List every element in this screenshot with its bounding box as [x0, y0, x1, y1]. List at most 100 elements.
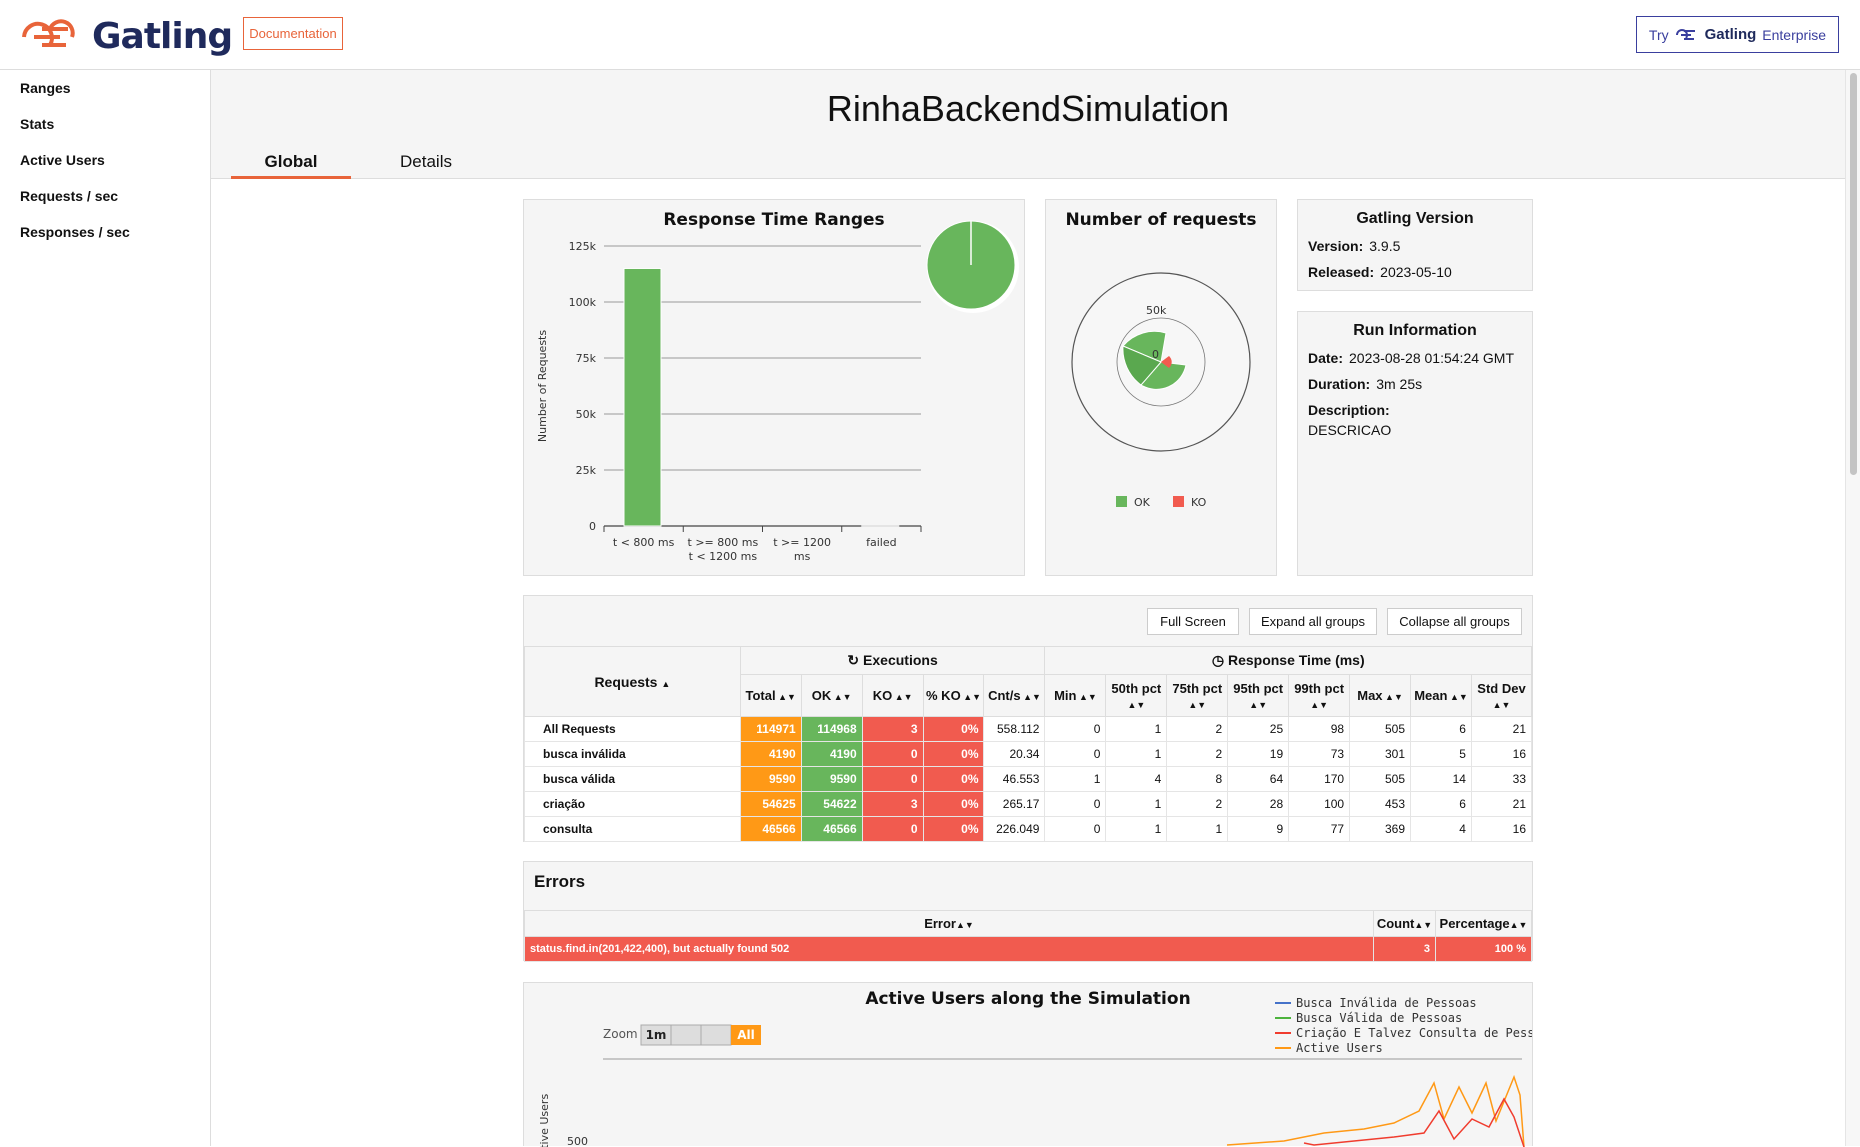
legend-label[interactable]: Busca Válida de Pessoas [1296, 1011, 1462, 1025]
legend-label[interactable]: Criação E Talvez Consulta de Pessoas [1296, 1026, 1532, 1040]
date-label: Date: [1308, 350, 1343, 366]
column-header[interactable]: KO ▲▼ [862, 675, 923, 717]
sort-icon: ▲▼ [1188, 700, 1206, 710]
gatling-version-panel: Gatling Version Version:3.9.5 Released:2… [1297, 199, 1533, 291]
column-header[interactable]: 95th pct ▲▼ [1228, 675, 1289, 717]
sidebar: Ranges Stats Active Users Requests / sec… [0, 70, 211, 1146]
sort-icon: ▲▼ [776, 692, 796, 702]
category-label: t >= 800 mst < 1200 ms [688, 536, 759, 563]
try-enterprise-button[interactable]: Try Gatling Enterprise [1636, 16, 1839, 53]
column-header-label: Total [745, 688, 775, 703]
requests-column-header[interactable]: Requests ▲ [525, 647, 741, 717]
legend-ko-label[interactable]: KO [1191, 496, 1207, 509]
column-header[interactable]: Mean ▲▼ [1411, 675, 1472, 717]
column-header-label: 95th pct [1233, 681, 1283, 696]
table-row[interactable]: All Requests11497111496830%558.112012259… [525, 717, 1532, 742]
executions-group-header: ↻ Executions [740, 647, 1045, 675]
column-header[interactable]: 50th pct ▲▼ [1106, 675, 1167, 717]
simulation-header: RinhaBackendSimulation Global Details [211, 70, 1845, 179]
percentage-column-header[interactable]: Percentage▲▼ [1436, 911, 1532, 937]
column-header[interactable]: Cnt/s ▲▼ [984, 675, 1045, 717]
legend-label[interactable]: Busca Inválida de Pessoas [1296, 996, 1477, 1010]
series-active-users[interactable] [1227, 1077, 1524, 1147]
cell-p50: 1 [1106, 742, 1167, 767]
request-name[interactable]: criação [525, 792, 741, 817]
cell-max: 301 [1350, 742, 1411, 767]
tab-global[interactable]: Global [231, 152, 351, 179]
response-time-ranges-panel: Response Time Ranges 025k50k75k100k125kt… [523, 199, 1025, 576]
request-name[interactable]: All Requests [525, 717, 741, 742]
cell-max: 505 [1350, 767, 1411, 792]
errors-title: Errors [534, 872, 585, 892]
version-value: 3.9.5 [1369, 238, 1400, 254]
collapse-all-groups-button[interactable]: Collapse all groups [1387, 608, 1522, 635]
documentation-button[interactable]: Documentation [243, 17, 343, 50]
category-label-line: failed [866, 536, 896, 549]
vertical-scrollbar[interactable] [1845, 70, 1860, 1146]
column-header[interactable]: Max ▲▼ [1350, 675, 1411, 717]
cell-total: 54625 [740, 792, 801, 817]
errors-panel: Errors Error▲▼ Count▲▼ Percentage▲▼ stat… [523, 861, 1533, 961]
count-column-header[interactable]: Count▲▼ [1374, 911, 1436, 937]
zoom-blank-button[interactable] [671, 1025, 701, 1045]
expand-all-groups-button[interactable]: Expand all groups [1249, 608, 1377, 635]
table-row[interactable]: busca inválida4190419000%20.340121973301… [525, 742, 1532, 767]
bar-0[interactable] [624, 268, 661, 526]
sidebar-item-responses-per-sec[interactable]: Responses / sec [20, 224, 130, 240]
polar-tick-50k: 50k [1146, 304, 1167, 317]
sidebar-item-stats[interactable]: Stats [20, 116, 54, 132]
legend-ko-swatch [1173, 496, 1184, 507]
cell-mean: 4 [1411, 817, 1472, 842]
cell-std: 21 [1471, 717, 1531, 742]
cell-p95: 25 [1228, 717, 1289, 742]
series-creation[interactable] [1304, 1099, 1524, 1147]
cell-p50: 1 [1106, 817, 1167, 842]
duration-row: Duration:3m 25s [1308, 376, 1532, 392]
column-header[interactable]: 99th pct ▲▼ [1289, 675, 1350, 717]
column-header[interactable]: Total ▲▼ [740, 675, 801, 717]
legend-ok-label[interactable]: OK [1134, 496, 1151, 509]
cell-ok: 54622 [801, 792, 862, 817]
cell-mean: 5 [1411, 742, 1472, 767]
request-name[interactable]: busca válida [525, 767, 741, 792]
scrollbar-thumb[interactable] [1850, 73, 1857, 475]
cell-total: 114971 [740, 717, 801, 742]
legend-label[interactable]: Active Users [1296, 1041, 1383, 1055]
sidebar-item-ranges[interactable]: Ranges [20, 80, 71, 96]
sort-icon: ▲▼ [956, 920, 974, 930]
table-row[interactable]: criação546255462230%265.1701228100453621 [525, 792, 1532, 817]
cell-std: 21 [1471, 792, 1531, 817]
ranges-chart: 025k50k75k100k125kt < 800 mst >= 800 mst… [524, 200, 1024, 575]
column-header[interactable]: Min ▲▼ [1045, 675, 1106, 717]
legend-ok-swatch [1116, 496, 1127, 507]
category-label: t < 800 ms [613, 536, 675, 549]
column-header[interactable]: OK ▲▼ [801, 675, 862, 717]
cell-p75: 2 [1167, 792, 1228, 817]
cell-ko: 0 [862, 817, 923, 842]
tab-details[interactable]: Details [386, 152, 466, 172]
statistics-panel: Full Screen Expand all groups Collapse a… [523, 595, 1533, 842]
table-row[interactable]: consulta465664656600%226.049011977369416 [525, 817, 1532, 842]
column-header[interactable]: % KO ▲▼ [923, 675, 984, 717]
cell-p99: 170 [1289, 767, 1350, 792]
refresh-icon: ↻ [847, 652, 859, 668]
column-header[interactable]: Std Dev ▲▼ [1471, 675, 1531, 717]
column-header[interactable]: 75th pct ▲▼ [1167, 675, 1228, 717]
sidebar-item-requests-per-sec[interactable]: Requests / sec [20, 188, 118, 204]
category-label: failed [866, 536, 896, 549]
cell-pko: 0% [923, 767, 984, 792]
cell-p50: 4 [1106, 767, 1167, 792]
duration-label: Duration: [1308, 376, 1370, 392]
error-header-label: Error [924, 916, 956, 931]
table-row[interactable]: busca válida9590959000%46.55314864170505… [525, 767, 1532, 792]
sidebar-item-active-users[interactable]: Active Users [20, 152, 105, 168]
cell-cnts: 226.049 [984, 817, 1045, 842]
request-name[interactable]: busca inválida [525, 742, 741, 767]
column-header-label: 50th pct [1111, 681, 1161, 696]
request-name[interactable]: consulta [525, 817, 741, 842]
error-column-header[interactable]: Error▲▼ [525, 911, 1374, 937]
sort-icon: ▲▼ [1447, 692, 1467, 702]
full-screen-button[interactable]: Full Screen [1147, 608, 1239, 635]
gatling-logo[interactable]: Gatling [20, 16, 232, 57]
zoom-blank-button[interactable] [701, 1025, 731, 1045]
